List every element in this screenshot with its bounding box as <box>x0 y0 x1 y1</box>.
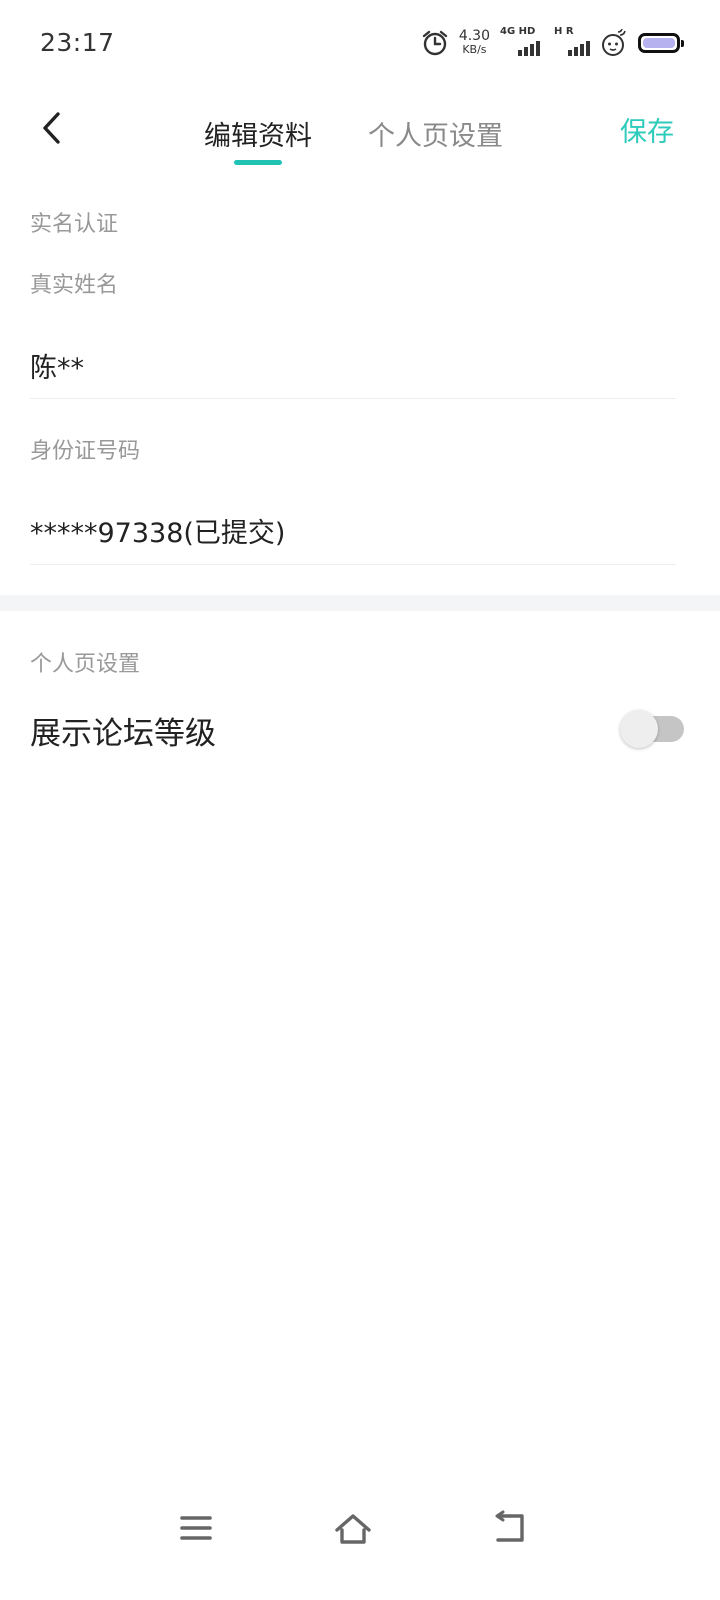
sim1-label: 4G HD <box>500 26 536 37</box>
face-icon <box>602 29 626 56</box>
signal-icon: H R <box>550 26 590 58</box>
menu-icon[interactable] <box>172 1504 220 1552</box>
net-speed: 4.30 KB/s <box>458 28 490 56</box>
toggle-label: 展示论坛等级 <box>30 716 216 752</box>
status-time: 23:17 <box>40 28 115 57</box>
active-tab-indicator <box>234 160 282 165</box>
name-value[interactable]: 陈** <box>30 346 84 385</box>
header: 编辑资料 个人页设置 保存 <box>0 88 720 178</box>
id-label: 身份证号码 <box>30 439 141 464</box>
section-title-page-settings: 个人页设置 <box>30 652 141 677</box>
sim2-label: H R <box>554 26 574 37</box>
chevron-left-icon[interactable] <box>38 108 68 148</box>
back-icon[interactable] <box>486 1504 534 1552</box>
name-label: 真实姓名 <box>30 273 119 298</box>
signal-icon: 4G HD <box>500 26 540 58</box>
divider <box>30 564 676 565</box>
home-icon[interactable] <box>329 1504 377 1552</box>
net-speed-value: 4.30 <box>458 28 490 44</box>
section-separator <box>0 595 720 611</box>
status-icons: 4.30 KB/s 4G HD H R <box>421 26 684 60</box>
tab-edit-profile[interactable]: 编辑资料 <box>204 114 312 153</box>
tab-page-settings[interactable]: 个人页设置 <box>368 114 503 153</box>
toggle-knob <box>620 710 658 748</box>
status-bar: 23:17 4.30 KB/s 4G HD H R <box>0 0 720 88</box>
system-nav-bar <box>0 1490 720 1570</box>
divider <box>30 398 676 399</box>
show-forum-level-toggle[interactable] <box>620 710 684 748</box>
alarm-icon <box>422 30 448 56</box>
save-button[interactable]: 保存 <box>620 110 674 149</box>
id-value: *****97338(已提交) <box>30 518 286 549</box>
battery-icon <box>638 33 684 53</box>
section-title-realname: 实名认证 <box>30 212 119 237</box>
net-speed-unit: KB/s <box>462 43 487 56</box>
